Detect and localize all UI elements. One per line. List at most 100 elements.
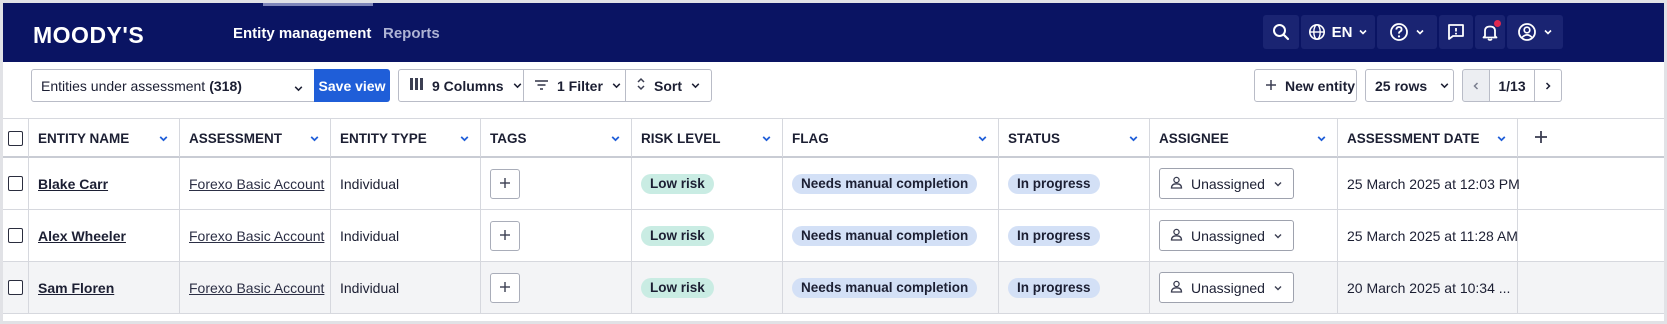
assessment-link[interactable]: Forexo Basic Account xyxy=(189,228,324,244)
add-tag-button[interactable] xyxy=(490,168,520,199)
new-entity-label: New entity xyxy=(1285,77,1356,94)
assessment-date-cell: 25 March 2025 at 12:03 PM xyxy=(1338,158,1520,209)
entity-name-link[interactable]: Blake Carr xyxy=(38,176,108,192)
save-view-button[interactable]: Save view xyxy=(314,69,390,102)
select-all-cell xyxy=(3,119,29,157)
chevron-down-icon[interactable] xyxy=(977,132,988,147)
user-menu-button[interactable] xyxy=(1507,15,1563,49)
rows-per-page-select[interactable]: 25 rows xyxy=(1365,69,1454,102)
entity-name-link[interactable]: Sam Floren xyxy=(38,280,114,296)
assignee-select[interactable]: Unassigned xyxy=(1159,272,1294,303)
add-tag-button[interactable] xyxy=(490,220,520,251)
assessment-link[interactable]: Forexo Basic Account xyxy=(189,176,324,192)
risk-level-cell: Low risk xyxy=(632,262,783,313)
chevron-down-icon xyxy=(1273,280,1283,296)
plus-icon xyxy=(499,228,511,244)
table-row[interactable]: Alex Wheeler Forexo Basic Account Indivi… xyxy=(3,210,1664,262)
column-header-risk-level[interactable]: RISK LEVEL xyxy=(632,119,783,157)
search-button[interactable] xyxy=(1263,15,1299,49)
column-header-flag[interactable]: FLAG xyxy=(783,119,999,157)
column-header-entity-type[interactable]: ENTITY TYPE xyxy=(331,119,481,157)
filter-button[interactable]: 1 Filter xyxy=(523,69,626,102)
table-row[interactable]: Sam Floren Forexo Basic Account Individu… xyxy=(3,262,1664,314)
select-all-checkbox[interactable] xyxy=(8,130,23,146)
chevron-down-icon xyxy=(1543,27,1553,37)
rows-per-page-label: 25 rows xyxy=(1375,77,1428,94)
previous-page-button[interactable] xyxy=(1462,69,1490,102)
column-header-assessment[interactable]: ASSESSMENT xyxy=(180,119,331,157)
column-header-entity-name[interactable]: ENTITY NAME xyxy=(29,119,180,157)
tags-cell xyxy=(481,262,632,313)
language-selector[interactable]: EN xyxy=(1301,15,1375,49)
sort-label: Sort xyxy=(654,77,682,94)
chevron-down-icon[interactable] xyxy=(459,132,470,147)
entity-name-cell: Sam Floren xyxy=(29,262,180,313)
add-tag-button[interactable] xyxy=(490,272,520,303)
filter-label: 1 Filter xyxy=(557,77,603,94)
column-label: FLAG xyxy=(792,130,829,146)
entity-name-cell: Alex Wheeler xyxy=(29,210,180,261)
chevron-down-icon xyxy=(1358,27,1368,37)
assignee-cell: Unassigned xyxy=(1150,158,1338,209)
person-icon xyxy=(1170,176,1183,192)
entity-type-cell: Individual xyxy=(331,262,481,313)
assignee-cell: Unassigned xyxy=(1150,262,1338,313)
sort-button[interactable]: Sort xyxy=(625,69,712,102)
column-header-tags[interactable]: TAGS xyxy=(481,119,632,157)
columns-button[interactable]: 9 Columns xyxy=(398,69,524,102)
nav-reports[interactable]: Reports xyxy=(383,25,440,42)
column-header-assignee[interactable]: ASSIGNEE xyxy=(1150,119,1338,157)
feedback-button[interactable] xyxy=(1439,15,1473,49)
row-select-cell xyxy=(3,158,29,209)
row-checkbox[interactable] xyxy=(8,176,23,191)
moodys-logo[interactable]: MOODY'S xyxy=(33,22,144,49)
chevron-down-icon[interactable] xyxy=(1128,132,1139,147)
saved-view-count: (318) xyxy=(209,77,242,94)
tags-cell xyxy=(481,210,632,261)
assignee-cell: Unassigned xyxy=(1150,210,1338,261)
risk-level-badge: Low risk xyxy=(641,225,714,246)
column-header-assessment-date[interactable]: ASSESSMENT DATE xyxy=(1338,119,1518,157)
new-entity-button[interactable]: New entity xyxy=(1254,69,1357,102)
next-page-button[interactable] xyxy=(1534,69,1562,102)
column-header-status[interactable]: STATUS xyxy=(999,119,1150,157)
saved-view-select[interactable]: Entities under assessment (318) xyxy=(31,69,315,102)
row-checkbox[interactable] xyxy=(8,280,23,295)
chevron-down-icon xyxy=(690,78,701,94)
chevron-down-icon[interactable] xyxy=(309,132,320,147)
risk-level-cell: Low risk xyxy=(632,158,783,209)
row-checkbox[interactable] xyxy=(8,228,23,243)
top-navbar: MOODY'S Entity management Reports EN xyxy=(3,3,1664,62)
assessment-date: 25 March 2025 at 11:28 AM xyxy=(1347,227,1518,244)
columns-label: 9 Columns xyxy=(432,77,504,94)
chevron-down-icon[interactable] xyxy=(1316,132,1327,147)
assignee-label: Unassigned xyxy=(1191,279,1265,296)
add-column-button[interactable] xyxy=(1518,119,1564,157)
entity-name-cell: Blake Carr xyxy=(29,158,180,209)
column-label: ASSESSMENT DATE xyxy=(1347,130,1480,146)
chevron-down-icon xyxy=(1273,176,1283,192)
help-menu-button[interactable] xyxy=(1377,15,1437,49)
assessment-date-cell: 25 March 2025 at 11:28 AM xyxy=(1338,210,1518,261)
flag-cell: Needs manual completion xyxy=(783,158,999,209)
chevron-down-icon[interactable] xyxy=(761,132,772,147)
assignee-select[interactable]: Unassigned xyxy=(1159,220,1294,251)
chat-icon xyxy=(1446,22,1466,42)
assignee-select[interactable]: Unassigned xyxy=(1159,168,1294,199)
status-cell: In progress xyxy=(999,262,1150,313)
help-icon xyxy=(1389,22,1409,42)
table-row[interactable]: Blake Carr Forexo Basic Account Individu… xyxy=(3,158,1664,210)
chevron-down-icon xyxy=(512,78,523,94)
chevron-down-icon[interactable] xyxy=(610,132,621,147)
chevron-right-icon xyxy=(1543,78,1553,94)
column-label: ASSIGNEE xyxy=(1159,130,1229,146)
notifications-button[interactable] xyxy=(1475,15,1505,49)
table-toolbar: Entities under assessment (318) Save vie… xyxy=(3,62,1664,118)
entity-name-link[interactable]: Alex Wheeler xyxy=(38,228,126,244)
risk-level-badge: Low risk xyxy=(641,173,714,194)
chevron-down-icon[interactable] xyxy=(158,132,169,147)
chevron-down-icon[interactable] xyxy=(1496,132,1507,147)
nav-entity-management[interactable]: Entity management xyxy=(233,25,371,42)
assessment-link[interactable]: Forexo Basic Account xyxy=(189,280,324,296)
plus-icon xyxy=(1534,130,1548,147)
